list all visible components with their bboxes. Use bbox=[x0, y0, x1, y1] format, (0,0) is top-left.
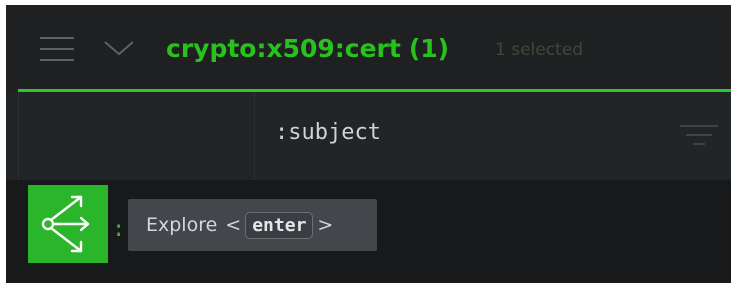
explore-icon bbox=[41, 195, 90, 253]
view-title-form: crypto:x509:cert bbox=[166, 34, 401, 63]
hamburger-menu-icon[interactable] bbox=[40, 37, 74, 61]
keyboard-key-enter: enter bbox=[245, 211, 314, 239]
explore-button[interactable] bbox=[28, 185, 108, 263]
app-window: crypto:x509:cert (1) 1 selected :subject … bbox=[6, 5, 731, 283]
view-title: crypto:x509:cert (1) bbox=[166, 29, 449, 69]
selection-count: 1 selected bbox=[495, 40, 583, 60]
row-prefix: : bbox=[112, 217, 126, 242]
column-header-subject[interactable]: :subject bbox=[275, 115, 381, 151]
filter-icon[interactable] bbox=[680, 123, 718, 147]
tooltip-open-bracket: < bbox=[225, 214, 242, 236]
tooltip-text: Explore bbox=[146, 214, 218, 236]
chevron-down-icon[interactable] bbox=[103, 38, 135, 58]
view-title-count: (1) bbox=[408, 34, 450, 63]
explore-tooltip: Explore < enter > bbox=[128, 199, 377, 251]
tooltip-close-bracket: > bbox=[317, 214, 334, 236]
